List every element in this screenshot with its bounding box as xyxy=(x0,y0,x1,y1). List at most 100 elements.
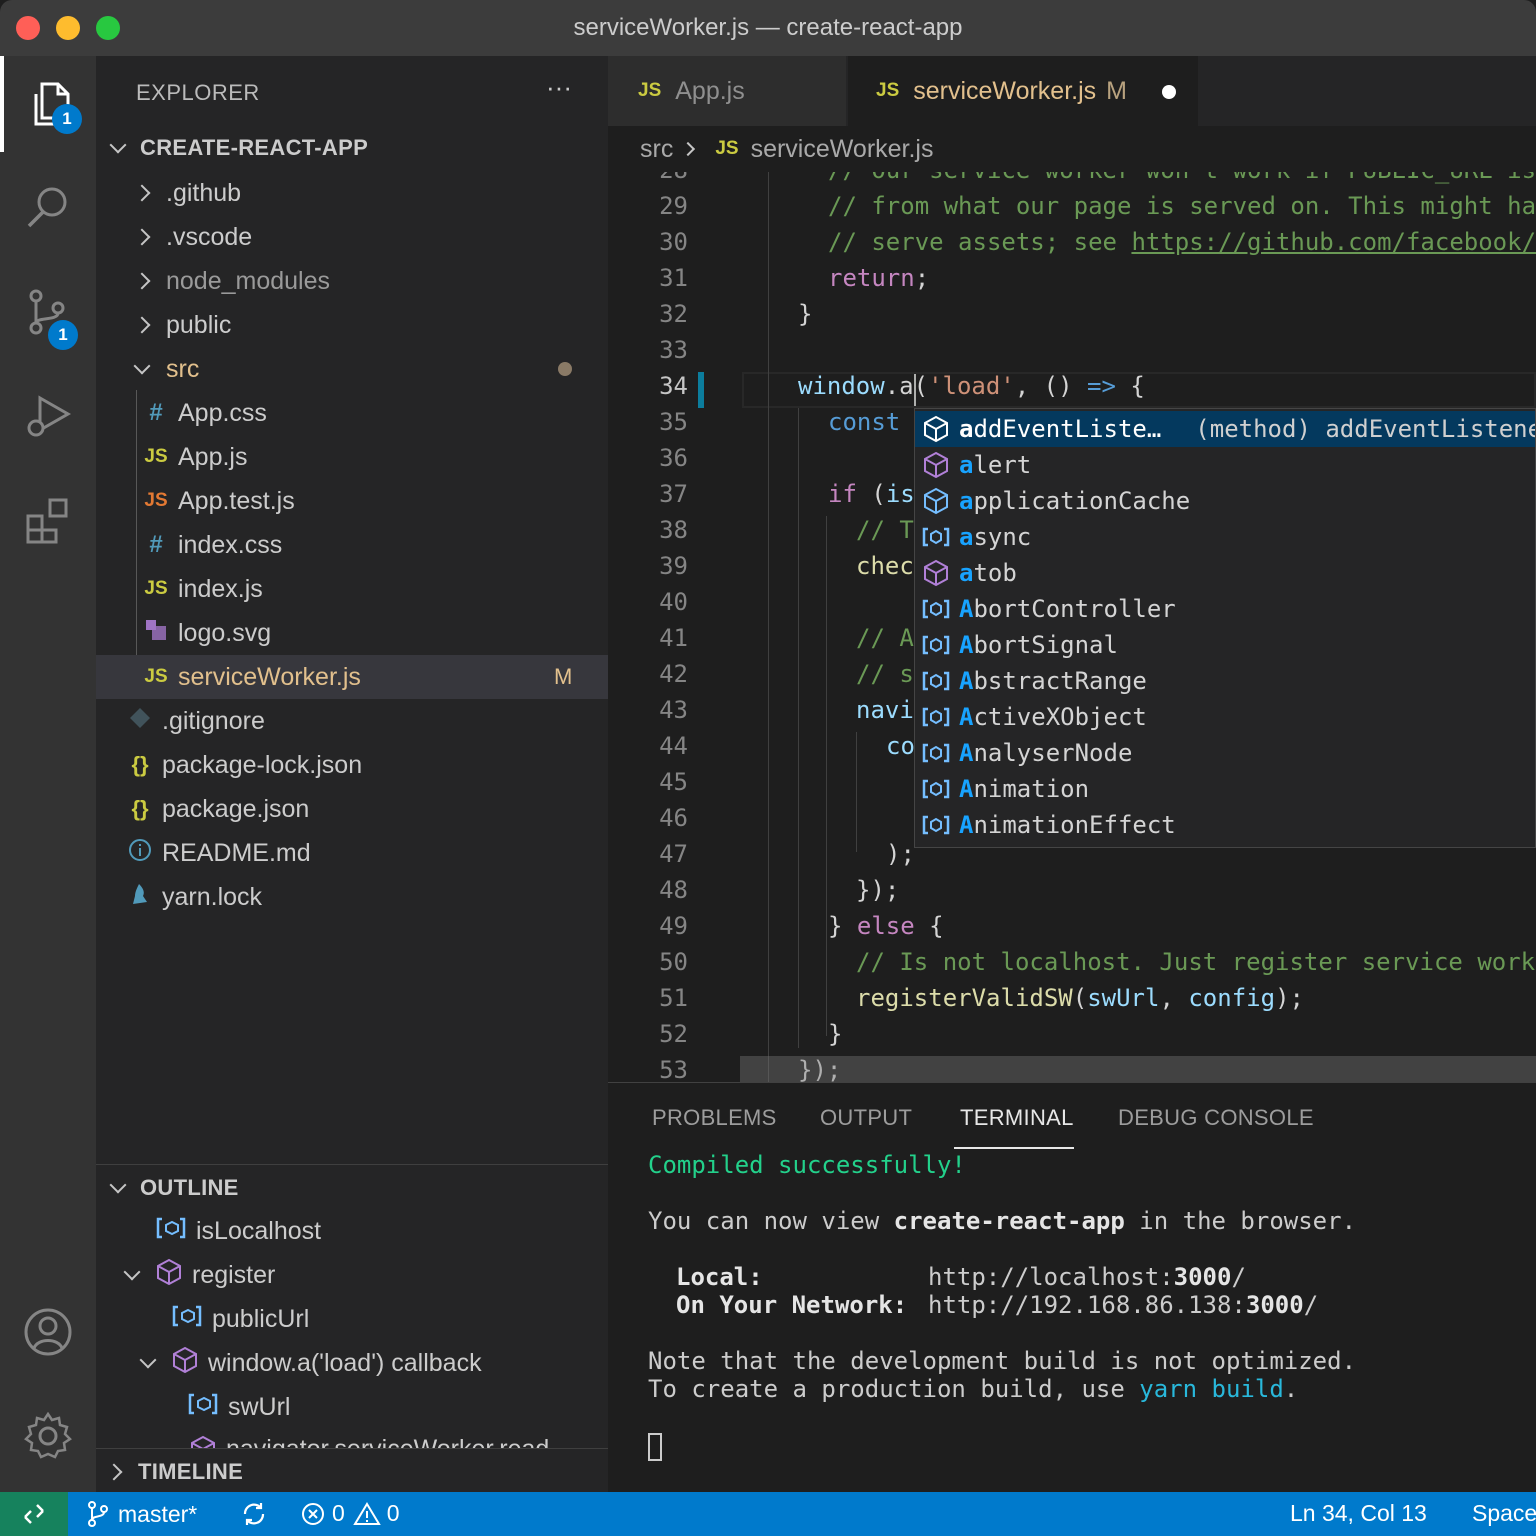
tab-service-worker-js[interactable]: JS serviceWorker.js M xyxy=(848,56,1198,126)
tree-file-package-lock-json[interactable]: {} package-lock.json xyxy=(96,743,608,787)
tab-terminal[interactable]: TERMINAL xyxy=(960,1105,1074,1131)
project-section-header[interactable]: CREATE-REACT-APP xyxy=(96,126,608,170)
remote-indicator[interactable] xyxy=(0,1492,68,1536)
outline-item-register[interactable]: register xyxy=(96,1253,608,1297)
terminal-cursor[interactable] xyxy=(648,1433,662,1461)
tree-item-label: package.json xyxy=(162,794,310,823)
tree-file-yarn-lock[interactable]: yarn.lock xyxy=(96,875,608,919)
unsaved-dot-icon[interactable] xyxy=(1162,85,1176,99)
breadcrumb-folder[interactable]: src xyxy=(640,135,673,164)
tree-file-index-css[interactable]: # index.css xyxy=(96,523,608,567)
terminal-url[interactable]: http://localhost:3000/ xyxy=(928,1263,1246,1291)
line-number: 33 xyxy=(659,336,688,364)
manage-activity[interactable] xyxy=(0,1388,96,1484)
outline-item-navigator[interactable]: navigator.serviceWorker.read... xyxy=(96,1429,608,1449)
suggestion-item[interactable]: a ddEventListe… (method) addEventListene xyxy=(915,411,1535,447)
line-number: 48 xyxy=(659,876,688,904)
tree-file-logo-svg[interactable]: logo.svg xyxy=(96,611,608,655)
tree-item-label: .vscode xyxy=(166,222,253,251)
explorer-badge: 1 xyxy=(52,104,82,134)
tree-folder-github[interactable]: .github xyxy=(96,171,608,215)
terminal-url[interactable]: http://192.168.86.138:3000/ xyxy=(928,1291,1318,1319)
outline-item-islocalhost[interactable]: isLocalhost xyxy=(96,1209,608,1253)
problems-indicator[interactable]: 0 0 xyxy=(300,1500,400,1527)
outline-section-header[interactable]: OUTLINE xyxy=(96,1166,608,1210)
suggestion-item[interactable]: AnimationEffect xyxy=(915,807,1535,843)
tree-file-readme[interactable]: README.md xyxy=(96,831,608,875)
suggestion-item[interactable]: ActiveXObject xyxy=(915,699,1535,735)
variable-icon xyxy=(172,1305,202,1334)
explorer-activity[interactable]: 1 xyxy=(0,56,96,152)
line-number: 28 xyxy=(608,172,688,184)
suggestion-item[interactable]: AbstractRange xyxy=(915,663,1535,699)
tree-folder-src[interactable]: src xyxy=(96,347,608,391)
tree-file-package-json[interactable]: {} package.json xyxy=(96,787,608,831)
accounts-activity[interactable] xyxy=(0,1284,96,1380)
tree-folder-vscode[interactable]: .vscode xyxy=(96,215,608,259)
tab-app-js[interactable]: JS App.js xyxy=(608,56,846,126)
outline-item-publicurl[interactable]: publicUrl xyxy=(96,1297,608,1341)
terminal-line: Compiled successfully! xyxy=(648,1151,966,1179)
tab-output[interactable]: OUTPUT xyxy=(820,1105,912,1131)
tree-file-app-js[interactable]: JS App.js xyxy=(96,435,608,479)
tab-problems[interactable]: PROBLEMS xyxy=(652,1105,777,1131)
cursor-position[interactable]: Ln 34, Col 13 xyxy=(1290,1500,1427,1527)
tree-folder-public[interactable]: public xyxy=(96,303,608,347)
variable-icon xyxy=(156,1217,186,1246)
tree-file-gitignore[interactable]: .gitignore xyxy=(96,699,608,743)
method-icon xyxy=(924,451,948,479)
method-icon xyxy=(190,1435,216,1449)
code-line: navi xyxy=(856,696,914,724)
line-number: 40 xyxy=(659,588,688,616)
suggestion-item[interactable]: a sync xyxy=(915,519,1535,555)
source-control-activity[interactable]: 1 xyxy=(0,264,96,360)
tree-item-label: package-lock.json xyxy=(162,750,363,779)
breadcrumb-file[interactable]: serviceWorker.js xyxy=(751,135,934,164)
suggestion-item[interactable]: a tob xyxy=(915,555,1535,591)
sync-button[interactable] xyxy=(240,1500,268,1528)
outline-item-swurl[interactable]: swUrl xyxy=(96,1385,608,1429)
search-activity[interactable] xyxy=(0,160,96,256)
timeline-section-header[interactable]: TIMELINE xyxy=(96,1450,608,1494)
tree-item-label: serviceWorker.js xyxy=(178,662,361,691)
method-icon xyxy=(156,1258,182,1293)
terminal-line: Note that the development build is not o… xyxy=(648,1347,1357,1375)
suggestion-item[interactable]: Animation xyxy=(915,771,1535,807)
chevron-down-icon xyxy=(109,136,127,154)
indent-guide xyxy=(768,172,769,1082)
line-number: 31 xyxy=(659,264,688,292)
tree-folder-node-modules[interactable]: node_modules xyxy=(96,259,608,303)
extensions-activity[interactable] xyxy=(0,472,96,568)
chevron-right-icon xyxy=(105,1463,123,1481)
branch-indicator[interactable]: master* xyxy=(86,1500,197,1528)
text-cursor xyxy=(914,374,916,406)
code-line: // T xyxy=(856,516,914,544)
scm-badge: 1 xyxy=(48,320,78,350)
run-debug-activity[interactable] xyxy=(0,368,96,464)
code-line: const xyxy=(828,408,901,436)
suggestion-item[interactable]: a lert xyxy=(915,447,1535,483)
tree-file-app-test-js[interactable]: JS App.test.js xyxy=(96,479,608,523)
tree-file-index-js[interactable]: JS index.js xyxy=(96,567,608,611)
status-bar: master* 0 0 Ln 34, Col 13 Spaces xyxy=(0,1492,1536,1536)
tree-file-app-css[interactable]: # App.css xyxy=(96,391,608,435)
indent-guide xyxy=(826,516,827,1036)
line-number: 50 xyxy=(659,948,688,976)
tree-item-label: index.js xyxy=(178,574,263,603)
code-line: // serve assets; see https://github.com/… xyxy=(828,228,1536,256)
horizontal-scrollbar[interactable] xyxy=(740,1056,1536,1082)
error-icon xyxy=(302,1502,324,1525)
suggestion-item[interactable]: AbortController xyxy=(915,591,1535,627)
indentation-indicator[interactable]: Spaces xyxy=(1472,1500,1536,1527)
chevron-down-icon xyxy=(133,357,151,375)
tree-file-service-worker-js[interactable]: JS serviceWorker.js M xyxy=(96,655,608,699)
divider xyxy=(96,1448,608,1449)
suggestion-item[interactable]: AnalyserNode xyxy=(915,735,1535,771)
more-actions-button[interactable]: ··· xyxy=(546,72,572,103)
tab-debug-console[interactable]: DEBUG CONSOLE xyxy=(1118,1105,1314,1131)
outline-item-load-callback[interactable]: window.a('load') callback xyxy=(96,1341,608,1385)
code-line: } else { xyxy=(828,912,944,940)
suggestion-item[interactable]: a pplicationCache xyxy=(915,483,1535,519)
suggestion-item[interactable]: AbortSignal xyxy=(915,627,1535,663)
outline-label: publicUrl xyxy=(212,1304,310,1333)
